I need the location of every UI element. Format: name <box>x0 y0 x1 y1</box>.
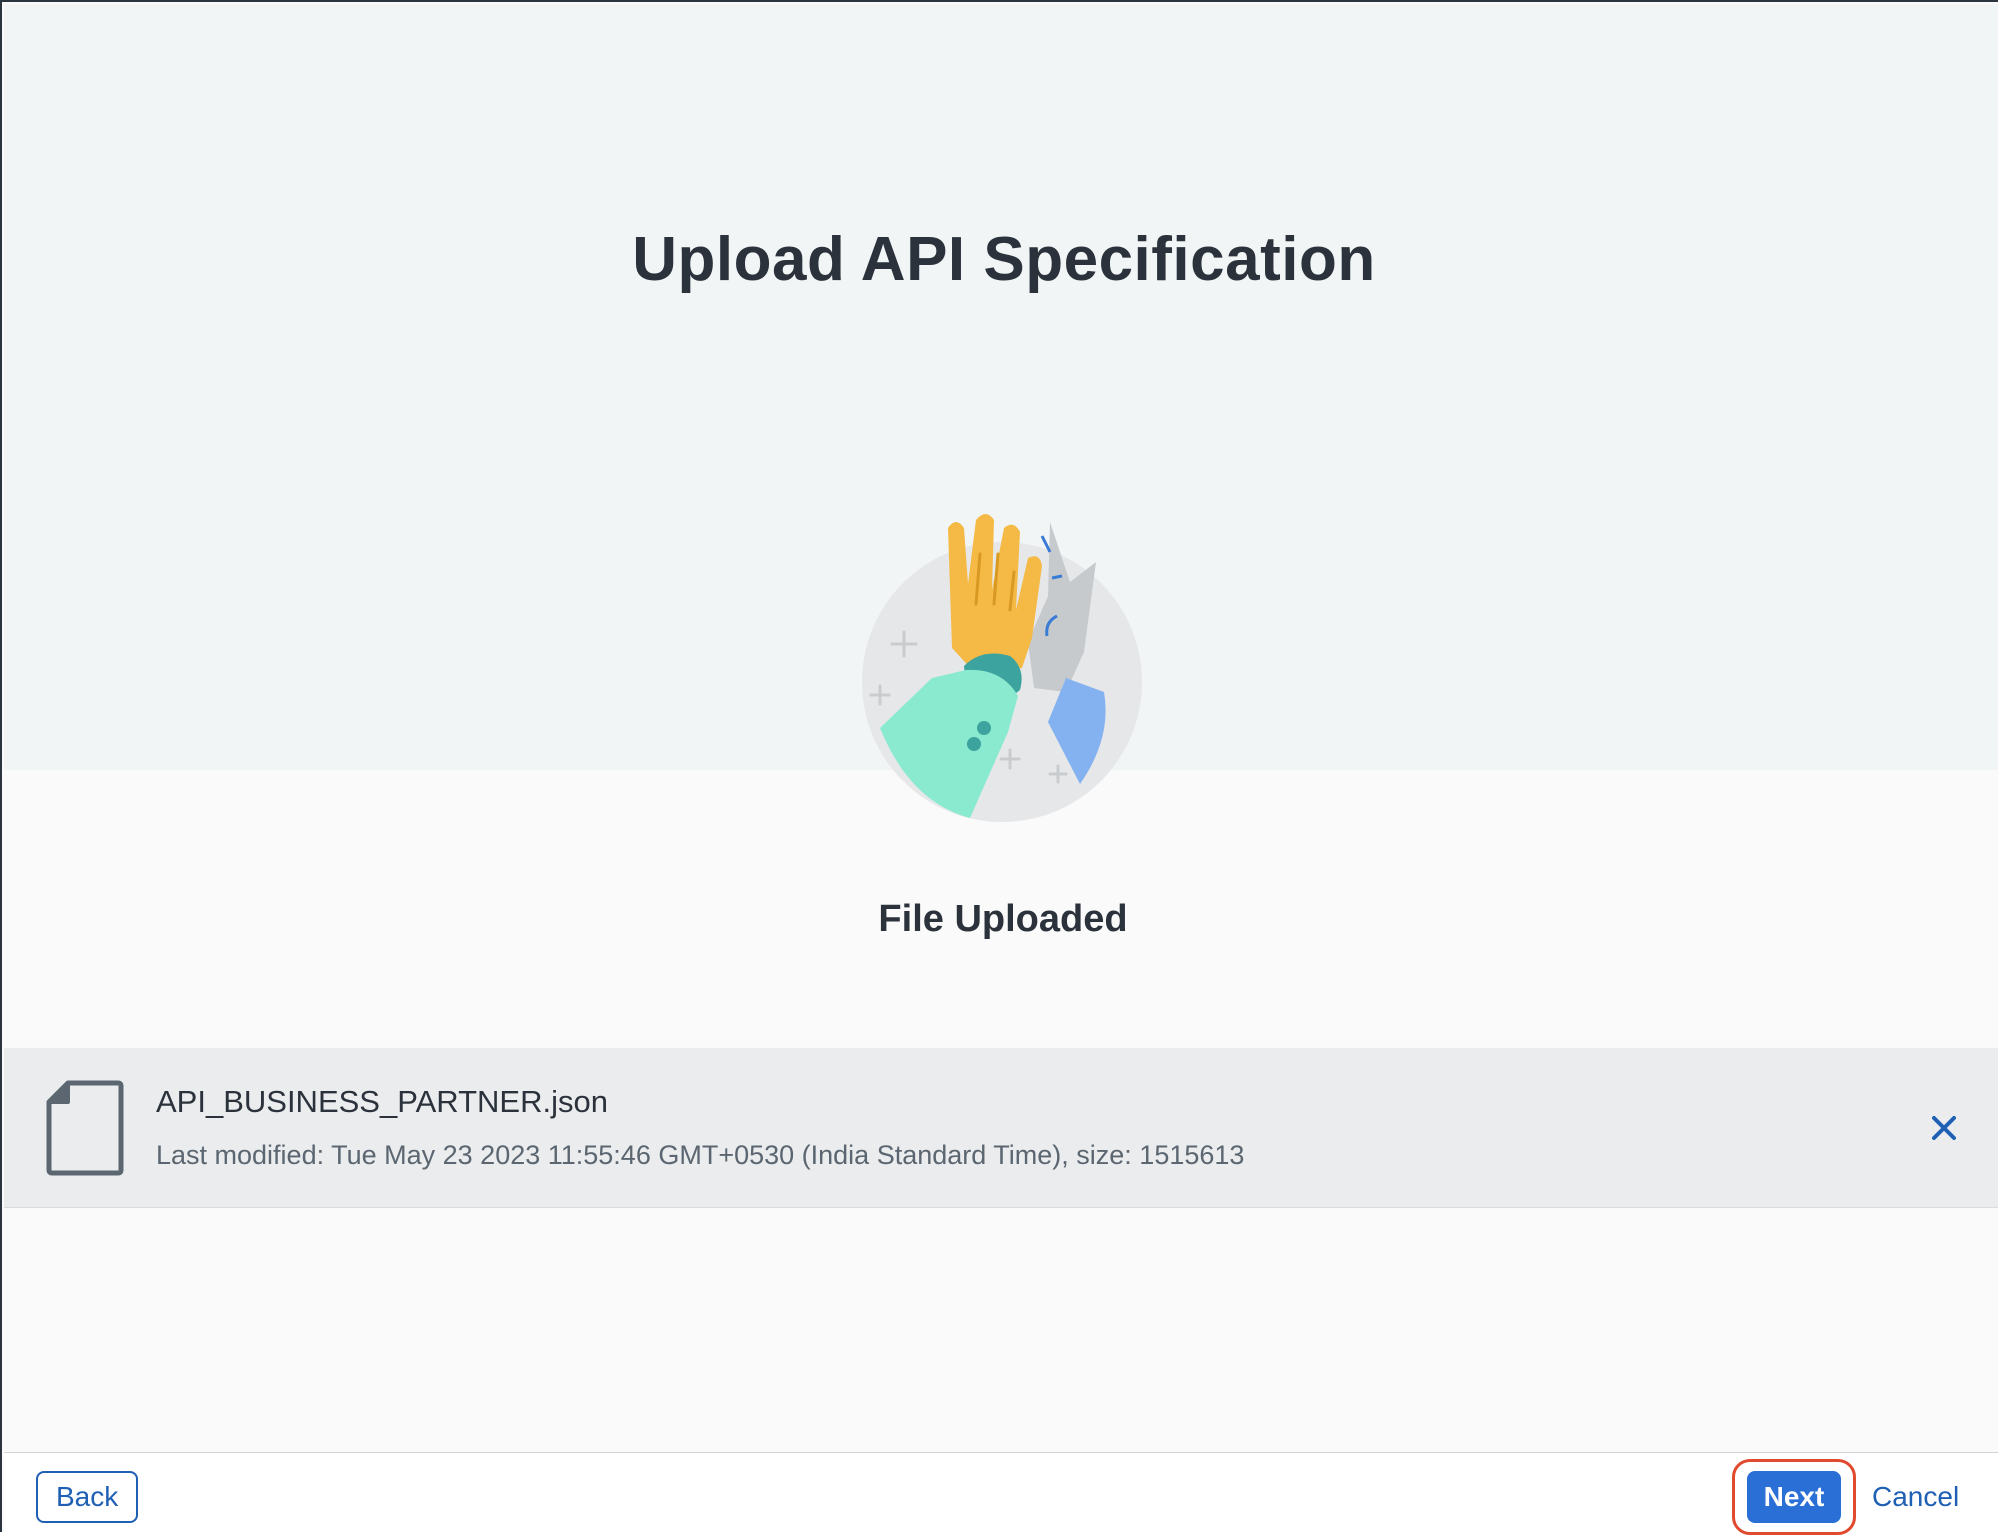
dialog-footer: Back Next Cancel <box>4 1452 1998 1535</box>
uploaded-file-item: API_BUSINESS_PARTNER.json Last modified:… <box>4 1048 1998 1208</box>
remove-file-button[interactable] <box>1916 1100 1972 1156</box>
dialog-title: Upload API Specification <box>632 225 1376 294</box>
document-icon <box>46 1080 124 1176</box>
back-button[interactable]: Back <box>36 1471 139 1523</box>
next-button[interactable]: Next <box>1747 1471 1841 1523</box>
cancel-button[interactable]: Cancel <box>1870 1471 1961 1523</box>
close-icon <box>1932 1116 1956 1140</box>
file-meta: Last modified: Tue May 23 2023 11:55:46 … <box>156 1140 1245 1170</box>
high-five-illustration <box>852 492 1152 832</box>
upload-dialog: Upload API Specification File Uploaded A… <box>0 0 1998 1535</box>
next-button-highlight: Next <box>1732 1459 1856 1535</box>
upload-status-text: File Uploaded <box>878 898 1128 940</box>
file-name: API_BUSINESS_PARTNER.json <box>156 1084 608 1119</box>
